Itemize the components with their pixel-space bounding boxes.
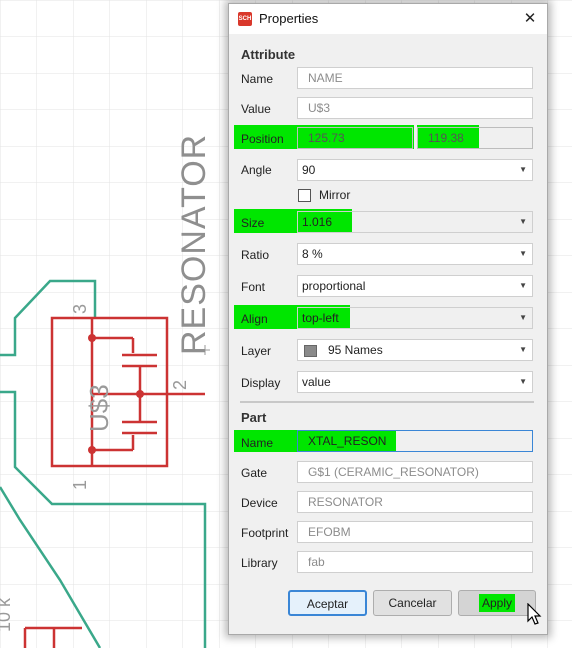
section-divider xyxy=(240,401,534,403)
mirror-label: Mirror xyxy=(319,188,351,202)
footprint-field[interactable]: EFOBM xyxy=(297,521,533,543)
display-label: Display xyxy=(241,376,281,390)
pin2-label: 2 xyxy=(170,380,190,390)
align-label: Align xyxy=(241,312,268,326)
chevron-down-icon: ▼ xyxy=(519,345,527,354)
close-icon[interactable]: ✕ xyxy=(517,6,543,32)
sch-app-icon: SCH xyxy=(238,12,252,26)
align-value: top-left xyxy=(302,311,339,325)
attribute-section-title: Attribute xyxy=(241,47,296,62)
mouse-pointer-icon xyxy=(527,603,542,625)
device-field[interactable]: RESONATOR xyxy=(297,491,533,513)
gate-field[interactable]: G$1 (CERAMIC_RESONATOR) xyxy=(297,461,533,483)
dialog-title: Properties xyxy=(259,11,319,26)
size-label: Size xyxy=(241,216,265,230)
layer-select[interactable]: 95 Names ▼ xyxy=(297,339,533,361)
footprint-label: Footprint xyxy=(241,526,289,540)
angle-value: 90 xyxy=(302,163,316,177)
layer-color-swatch xyxy=(304,345,317,357)
angle-select[interactable]: 90 ▼ xyxy=(297,159,533,181)
angle-label: Angle xyxy=(241,163,272,177)
layer-label: Layer xyxy=(241,344,272,358)
chevron-down-icon: ▼ xyxy=(519,281,527,290)
position-label: Position xyxy=(241,132,284,146)
align-select[interactable]: top-left ▼ xyxy=(297,307,533,329)
value-field[interactable]: U$3 xyxy=(297,97,533,119)
layer-value: 95 Names xyxy=(328,343,383,357)
library-field[interactable]: fab xyxy=(297,551,533,573)
mirror-checkbox[interactable] xyxy=(298,189,311,202)
display-select[interactable]: value ▼ xyxy=(297,371,533,393)
chevron-down-icon: ▼ xyxy=(519,249,527,258)
name-label: Name xyxy=(241,72,274,86)
position-x-field[interactable]: 125.73 xyxy=(297,127,413,149)
ratio-value: 8 % xyxy=(302,247,323,261)
chevron-down-icon: ▼ xyxy=(519,313,527,322)
size-select[interactable]: 1.016 ▼ xyxy=(297,211,533,233)
chevron-down-icon: ▼ xyxy=(519,165,527,174)
chevron-down-icon: ▼ xyxy=(519,377,527,386)
pin3-label: 3 xyxy=(70,304,90,314)
device-label: Device xyxy=(241,496,278,510)
part-name-field[interactable]: XTAL_RESON xyxy=(297,430,533,452)
accept-button[interactable]: Aceptar xyxy=(288,590,367,616)
properties-dialog: SCH Properties ✕ Attribute Name NAME Val… xyxy=(228,3,548,635)
apply-button[interactable]: Apply xyxy=(458,590,536,616)
cancel-button[interactable]: Cancelar xyxy=(373,590,452,616)
font-select[interactable]: proportional ▼ xyxy=(297,275,533,297)
size-value: 1.016 xyxy=(302,215,333,229)
resonator-name-label: RESONATOR xyxy=(175,134,213,355)
position-y-field[interactable]: 119.38 xyxy=(417,127,533,149)
gate-label: Gate xyxy=(241,466,268,480)
part-name-label: Name xyxy=(241,436,274,450)
value-label: Value xyxy=(241,102,271,116)
font-label: Font xyxy=(241,280,266,294)
pin1-label: 1 xyxy=(70,480,90,490)
font-value: proportional xyxy=(302,279,366,293)
dialog-titlebar[interactable]: SCH Properties ✕ xyxy=(229,4,547,34)
library-label: Library xyxy=(241,556,278,570)
corner-value-label: 10 k xyxy=(0,597,14,632)
chevron-down-icon: ▼ xyxy=(519,217,527,226)
part-section-title: Part xyxy=(241,410,267,425)
ratio-label: Ratio xyxy=(241,248,270,262)
name-field[interactable]: NAME xyxy=(297,67,533,89)
ratio-select[interactable]: 8 % ▼ xyxy=(297,243,533,265)
apply-label: Apply xyxy=(478,594,516,612)
display-value: value xyxy=(302,375,331,389)
part-value-label: U$3 xyxy=(84,384,114,432)
